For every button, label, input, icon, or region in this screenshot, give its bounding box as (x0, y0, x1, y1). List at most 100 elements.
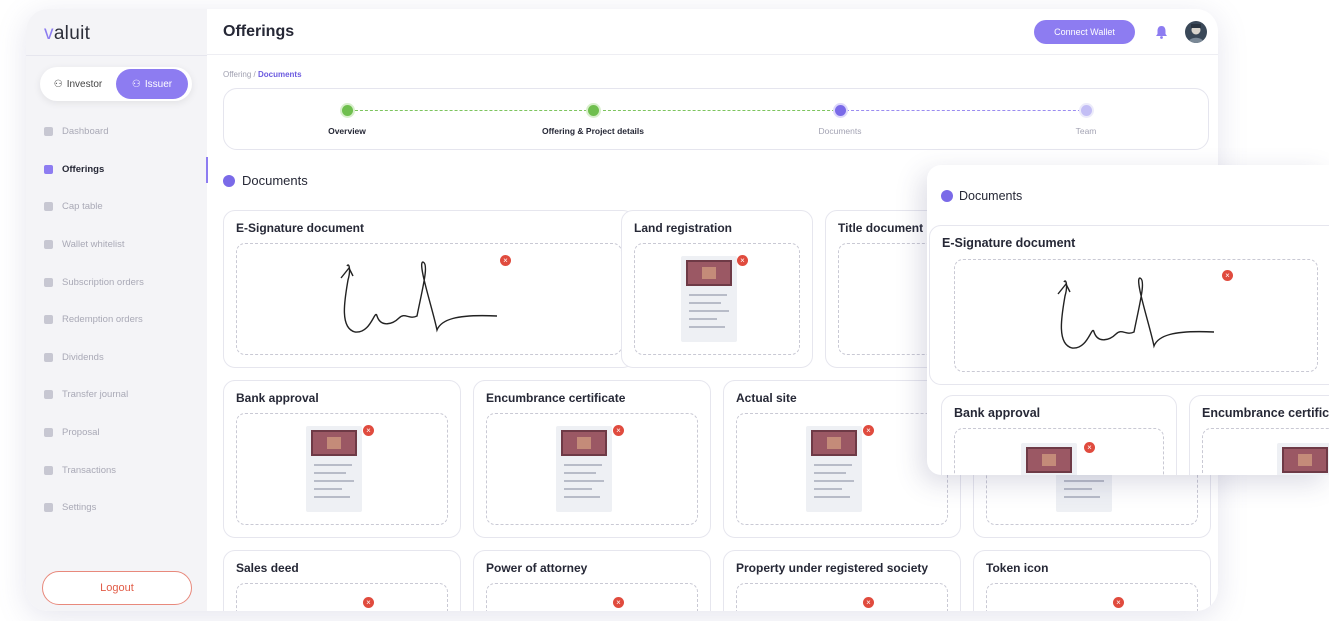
sidebar-item-label: Subscription orders (62, 276, 144, 288)
sidebar-item-dividends[interactable]: Dividends (26, 339, 207, 377)
sidebar-item-subscription-orders[interactable]: Subscription orders (26, 263, 207, 301)
page-title: Offerings (223, 23, 295, 40)
step-label-team: Team (1075, 126, 1097, 136)
divider (26, 55, 207, 56)
top-bar: Offerings Connect Wallet (207, 9, 1218, 55)
upload-dropzone[interactable] (236, 583, 448, 611)
avatar-image (1188, 24, 1204, 43)
sidebar-item-cap-table[interactable]: Cap table (26, 188, 207, 226)
document-thumbnail (556, 426, 612, 512)
remove-document-button[interactable]: × (613, 597, 624, 608)
upload-dropzone[interactable] (986, 583, 1198, 611)
investor-label: Investor (66, 78, 103, 90)
logout-button[interactable]: Logout (42, 571, 192, 605)
remove-document-button[interactable]: × (863, 425, 874, 436)
sidebar-item-settings[interactable]: Settings (26, 489, 207, 527)
document-thumbnail (306, 426, 362, 512)
logo: valuit (44, 23, 91, 44)
upload-dropzone[interactable] (486, 583, 698, 611)
card-title: Sales deed (236, 561, 299, 575)
remove-document-button[interactable]: × (500, 255, 511, 266)
sidebar-item-transactions[interactable]: Transactions (26, 451, 207, 489)
sidebar: valuit ⚇ Investor ⚇ Issuer Dashboard Off… (26, 9, 208, 611)
role-toggle: ⚇ Investor ⚇ Issuer (40, 67, 192, 101)
breadcrumb-separator: / (251, 70, 258, 79)
wallet-icon (44, 240, 53, 250)
issuer-role-button[interactable]: ⚇ Issuer (116, 69, 188, 99)
pie-icon (44, 202, 53, 212)
sidebar-item-label: Transfer journal (62, 389, 129, 401)
step-dot-overview[interactable] (342, 105, 353, 116)
card-title: Token icon (986, 561, 1049, 575)
gear-icon (44, 503, 53, 513)
upload-dropzone[interactable] (954, 428, 1164, 475)
document-card-encumbrance-certificate: Encumbrance certificate × (473, 380, 711, 538)
remove-document-button[interactable]: × (1222, 270, 1233, 281)
documents-heading-label: Documents (242, 173, 308, 188)
card-title: Power of attorney (486, 561, 588, 575)
card-title: Bank approval (954, 406, 1041, 420)
remove-document-button[interactable]: × (737, 255, 748, 266)
step-connector (846, 110, 1086, 111)
card-title: E-Signature document (236, 221, 365, 235)
remove-document-button[interactable]: × (1113, 597, 1124, 608)
sidebar-item-redemption-orders[interactable]: Redemption orders (26, 301, 207, 339)
sidebar-item-offerings[interactable]: Offerings (26, 151, 208, 189)
step-label-offering-details: Offering & Project details (541, 126, 645, 136)
card-title: Actual site (736, 391, 797, 405)
remove-document-button[interactable]: × (613, 425, 624, 436)
upload-dropzone[interactable] (236, 413, 448, 525)
users-icon: ⚇ (131, 78, 141, 90)
document-card-actual-site: Actual site × (723, 380, 961, 538)
sidebar-item-label: Redemption orders (62, 314, 143, 326)
breadcrumb-parent[interactable]: Offering (223, 70, 251, 79)
overlay-card-bank-approval: Bank approval × (941, 395, 1177, 475)
upload-dropzone[interactable] (954, 259, 1318, 372)
connect-wallet-button[interactable]: Connect Wallet (1034, 20, 1135, 44)
step-dot-documents[interactable] (835, 105, 846, 116)
document-card-bank-approval: Bank approval × (223, 380, 461, 538)
redemption-icon (44, 315, 53, 325)
upload-dropzone[interactable] (634, 243, 800, 355)
breadcrumb-current: Documents (257, 70, 302, 79)
sidebar-item-label: Settings (62, 502, 97, 514)
document-thumbnail (1277, 443, 1329, 475)
remove-document-button[interactable]: × (363, 597, 374, 608)
upload-dropzone[interactable] (736, 413, 948, 525)
step-dot-offering-details[interactable] (588, 105, 599, 116)
document-thumbnail (806, 426, 862, 512)
sidebar-item-wallet-whitelist[interactable]: Wallet whitelist (26, 226, 207, 264)
document-card-e-signature: E-Signature document × (223, 210, 635, 368)
sidebar-item-label: Offerings (62, 163, 105, 175)
sidebar-item-proposal[interactable]: Proposal (26, 414, 207, 452)
overlay-heading: Documents (941, 189, 1022, 203)
investor-role-button[interactable]: ⚇ Investor (44, 69, 112, 99)
user-icon: ⚇ (53, 78, 63, 90)
document-thumbnail (681, 256, 737, 342)
journal-icon (44, 390, 53, 400)
sidebar-item-label: Proposal (62, 427, 100, 439)
sidebar-item-transfer-journal[interactable]: Transfer journal (26, 376, 207, 414)
upload-dropzone[interactable] (736, 583, 948, 611)
step-label-documents: Documents (818, 126, 862, 136)
remove-document-button[interactable]: × (863, 597, 874, 608)
orders-icon (44, 277, 53, 287)
sidebar-nav: Dashboard Offerings Cap table Wallet whi… (26, 113, 208, 527)
upload-dropzone[interactable] (1202, 428, 1329, 475)
card-title: Title document (838, 221, 924, 235)
progress-stepper: Overview Offering & Project details Docu… (223, 88, 1209, 150)
remove-document-button[interactable]: × (1084, 442, 1095, 453)
overlay-heading-label: Documents (959, 189, 1023, 203)
document-card-sales-deed: Sales deed × (223, 550, 461, 611)
overlay-card-e-signature: E-Signature document × (929, 225, 1329, 385)
proposal-icon (44, 428, 53, 438)
transactions-icon (44, 465, 53, 475)
avatar[interactable] (1185, 21, 1207, 43)
upload-dropzone[interactable] (486, 413, 698, 525)
bell-icon[interactable] (1155, 25, 1168, 39)
card-title: E-Signature document (942, 236, 1076, 250)
step-dot-team[interactable] (1081, 105, 1092, 116)
upload-dropzone[interactable] (236, 243, 622, 355)
sidebar-item-dashboard[interactable]: Dashboard (26, 113, 207, 151)
remove-document-button[interactable]: × (363, 425, 374, 436)
